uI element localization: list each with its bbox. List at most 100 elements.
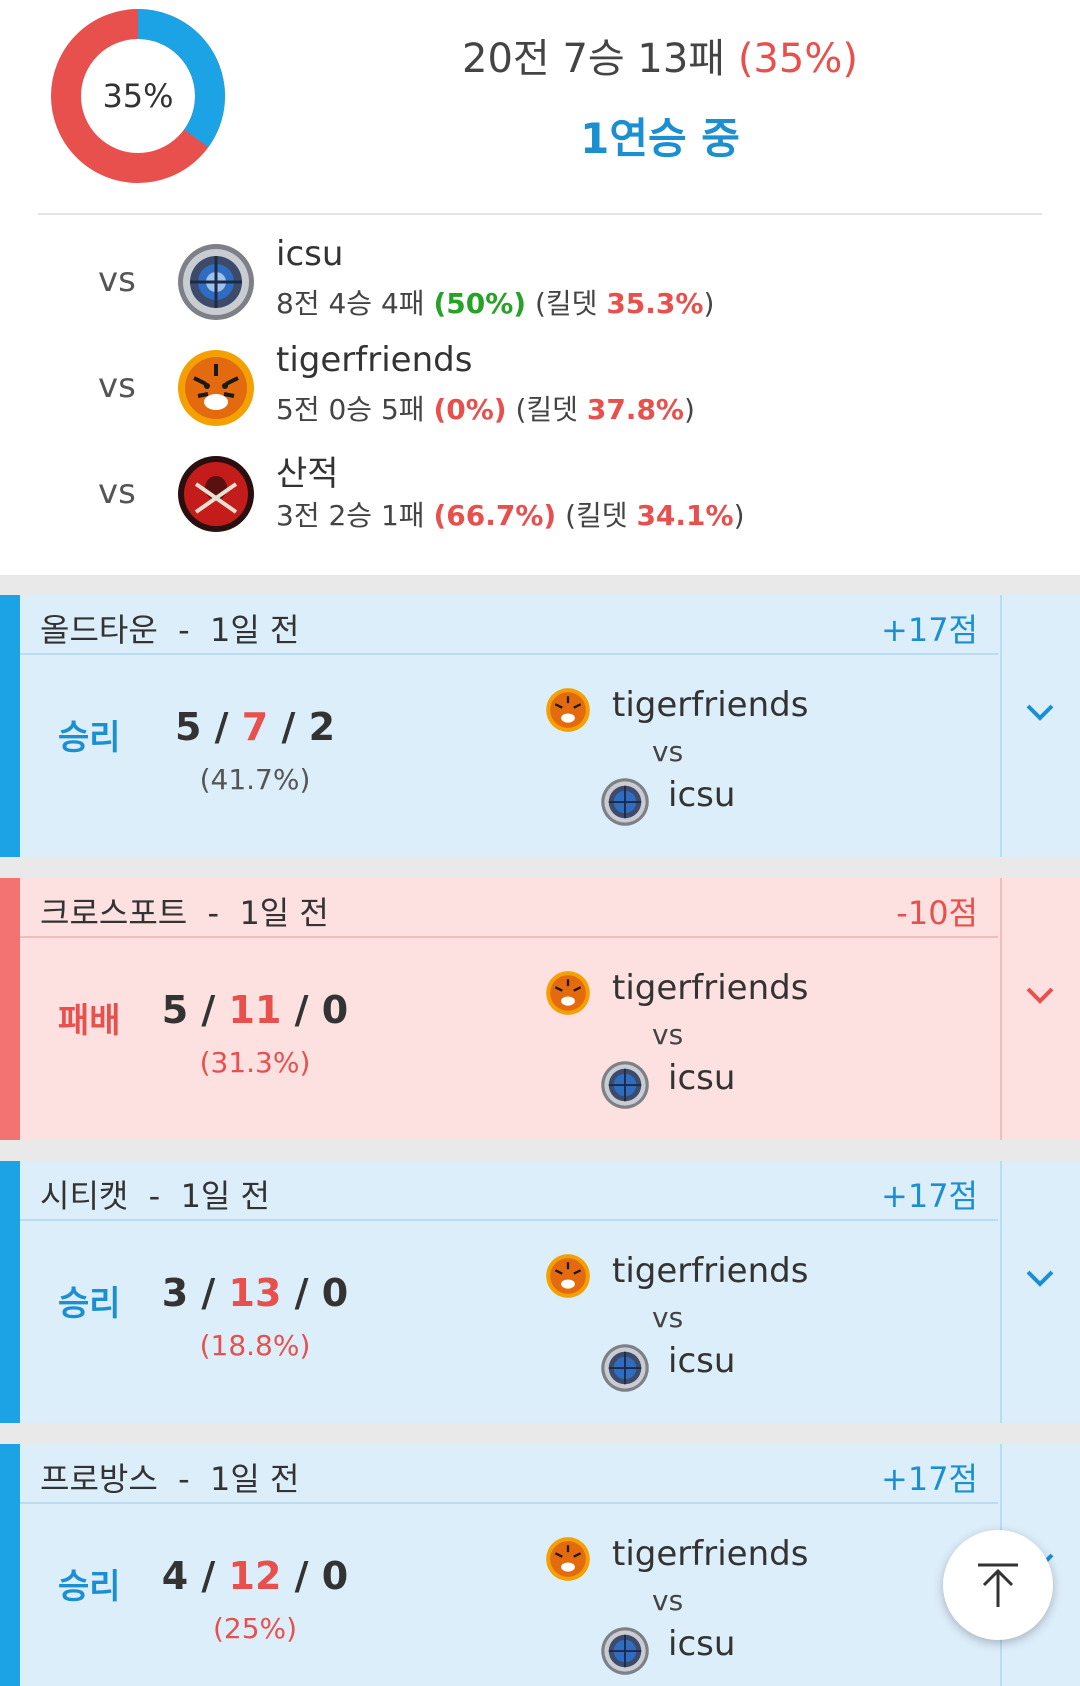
overall-record: 20전 7승 13패 (35%) [300,26,1020,84]
win-rate-label: 35% [102,77,174,115]
match-map: 올드타운 - 1일 전 [40,605,299,651]
opponent-row-sanjeok[interactable]: vs 산적 3전 2승 1패 (66.7%) (킬뎃 34.1%) [0,442,1080,542]
kills: 5 [174,705,202,749]
record-text: 20전 7승 13패 [462,36,726,82]
opponent-stat: 3전 2승 1패 (66.7%) (킬뎃 34.1%) [276,494,745,534]
team2-name: icsu [668,775,736,815]
assists: 2 [308,705,336,749]
match-result: 패배 [58,1001,121,1041]
icsu-logo-icon [601,1344,649,1392]
match-card[interactable]: 시티캣 - 1일 전 +17점 승리 3 / 13 / 0 (18.8%) ti… [0,1161,1080,1423]
icsu-logo-icon [601,1627,649,1675]
match-header: 크로스포트 - 1일 전 -10점 [20,878,998,938]
team1-name: tigerfriends [612,1534,809,1574]
separator: - [148,1177,161,1215]
opponent-row-icsu[interactable]: vs icsu 8전 4승 4패 (50%) (킬뎃 35.3%) [0,230,1080,330]
slash: / [201,1271,216,1315]
match-map: 크로스포트 - 1일 전 [40,888,329,934]
kill-pct: (25%) [212,1612,298,1645]
record-summary: 35% 20전 7승 13패 (35%) 1연승 중 vs icsu 8전 4승… [0,0,1080,575]
team1-name: tigerfriends [612,685,809,725]
separator: - [207,894,220,932]
team2-name: icsu [668,1058,736,1098]
match-kda: 4 / 12 / 0 [140,1554,370,1598]
vs-label: vs [652,1018,684,1051]
vs-label: vs [652,1301,684,1334]
opponent-win-pct: (50%) [433,287,527,320]
slash: / [294,1554,309,1598]
kills: 4 [161,1554,189,1598]
separator: - [178,1460,190,1498]
tiger-logo-icon [178,350,254,426]
result-bar [0,595,20,857]
kills: 5 [161,988,189,1032]
match-points: +17점 [881,611,978,649]
opponent-record: 3전 2승 1패 [276,499,425,532]
tiger-logo-icon [546,1537,590,1581]
match-card[interactable]: 프로방스 - 1일 전 +17점 승리 4 / 12 / 0 (25%) tig… [0,1444,1080,1686]
deaths: 13 [228,1271,282,1315]
match-kda: 5 / 11 / 0 [140,988,370,1032]
kill-pct: (31.3%) [199,1046,311,1079]
team2-name: icsu [668,1341,736,1381]
opponent-kd: 34.1% [636,499,734,532]
vs-label: vs [98,472,136,512]
match-card[interactable]: 올드타운 - 1일 전 +17점 승리 5 / 7 / 2 (41.7%) ti… [0,595,1080,857]
kd-label: (킬뎃 [565,499,628,532]
slash: / [294,988,309,1032]
deaths: 12 [228,1554,282,1598]
slash: / [294,1271,309,1315]
opponent-win-pct: (0%) [433,393,507,426]
team2-name: icsu [668,1624,736,1664]
match-map: 시티캣 - 1일 전 [40,1171,270,1217]
opponent-stat: 8전 4승 4패 (50%) (킬뎃 35.3%) [276,282,714,322]
match-time: 1일 전 [239,894,329,932]
icsu-logo-icon [601,1061,649,1109]
map-name: 올드타운 [40,611,158,649]
result-bar [0,1444,20,1686]
match-result: 승리 [58,718,121,758]
assists: 0 [321,988,349,1032]
opponent-name: 산적 [276,454,339,494]
team1-name: tigerfriends [612,968,809,1008]
map-name: 프로방스 [40,1460,158,1498]
deaths: 7 [241,705,269,749]
kd-close: ) [733,499,745,532]
match-header: 프로방스 - 1일 전 +17점 [20,1444,998,1504]
opponent-row-tigerfriends[interactable]: vs tigerfriends 5전 0승 5패 (0%) (킬뎃 37.8%) [0,336,1080,436]
scroll-top-button[interactable] [943,1530,1053,1640]
icsu-logo-icon [601,778,649,826]
match-result: 승리 [58,1567,121,1607]
record-pct: (35%) [737,36,858,82]
match-time: 1일 전 [210,1460,300,1498]
assists: 0 [321,1271,349,1315]
match-kda: 3 / 13 / 0 [140,1271,370,1315]
chevron-down-icon[interactable] [1018,973,1062,1017]
match-header: 올드타운 - 1일 전 +17점 [20,595,998,655]
match-time: 1일 전 [180,1177,270,1215]
opponent-name: icsu [276,234,344,274]
result-bar [0,1161,20,1423]
result-bar [0,878,20,1140]
tiger-logo-icon [546,971,590,1015]
vs-label: vs [98,366,136,406]
chevron-down-icon[interactable] [1018,1256,1062,1300]
kd-label: (킬뎃 [515,393,578,426]
chevron-down-icon[interactable] [1018,690,1062,734]
kd-label: (킬뎃 [534,287,598,320]
opponent-record: 5전 0승 5패 [276,393,425,426]
arrow-up-to-top-icon [978,1563,1018,1607]
opponent-stat: 5전 0승 5패 (0%) (킬뎃 37.8%) [276,388,695,428]
match-time: 1일 전 [210,611,300,649]
vs-label: vs [98,260,136,300]
divider [38,213,1042,215]
kills: 3 [161,1271,189,1315]
slash: / [214,705,229,749]
streak-label: 1연승 중 [580,114,740,163]
match-result: 승리 [58,1284,121,1324]
kill-pct: (18.8%) [199,1329,311,1362]
kill-pct: (41.7%) [199,763,311,796]
match-card[interactable]: 크로스포트 - 1일 전 -10점 패배 5 / 11 / 0 (31.3%) … [0,878,1080,1140]
pirate-logo-icon [178,456,254,532]
slash: / [201,988,216,1032]
